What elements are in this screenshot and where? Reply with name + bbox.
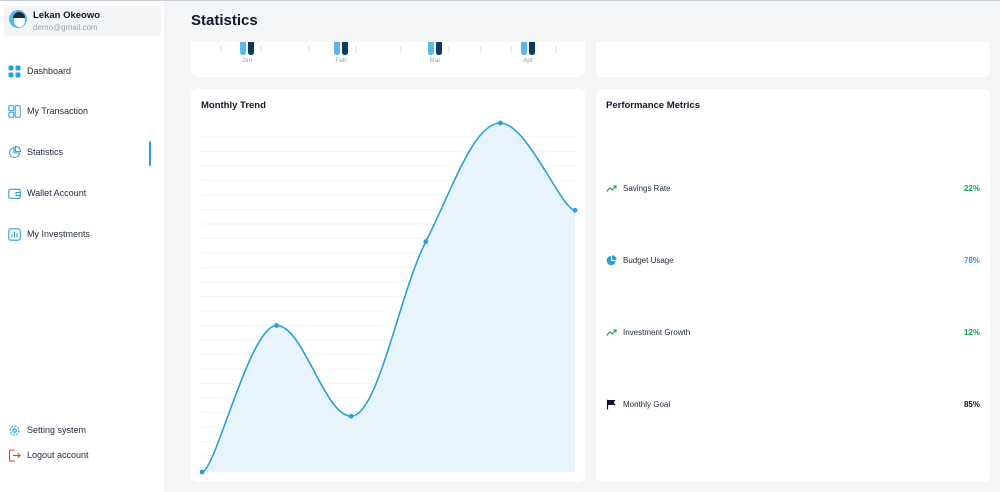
mini-bar bbox=[342, 42, 348, 55]
metric-row-savings-rate: Savings Rate 22% bbox=[606, 182, 980, 196]
trend-point bbox=[423, 239, 429, 245]
sidebar-item-transaction[interactable]: My Transaction bbox=[0, 103, 164, 121]
monthly-trend-card: Monthly Trend bbox=[191, 89, 585, 482]
user-name: Lekan Okeowo bbox=[33, 10, 101, 21]
page-title: Statistics bbox=[191, 12, 258, 29]
sidebar-item-settings[interactable]: Setting system bbox=[0, 422, 164, 440]
metric-label: Investment Growth bbox=[623, 328, 691, 337]
mini-bar bbox=[248, 42, 254, 55]
metric-value: 78% bbox=[963, 256, 980, 265]
pie-chart-icon bbox=[8, 146, 21, 159]
trend-area bbox=[202, 123, 575, 472]
user-profile[interactable]: Lekan Okeowo demo@gmail.com bbox=[4, 6, 161, 36]
metric-label: Savings Rate bbox=[623, 184, 671, 193]
mini-bar bbox=[529, 42, 535, 55]
wallet-icon bbox=[8, 188, 21, 199]
mini-bar bbox=[436, 42, 442, 55]
trend-point bbox=[274, 323, 279, 328]
mini-month-label: Apr bbox=[522, 57, 534, 64]
sidebar-item-logout[interactable]: Logout account bbox=[0, 447, 164, 465]
card-title: Performance Metrics bbox=[606, 100, 700, 111]
mini-bar bbox=[334, 42, 340, 55]
investments-icon bbox=[8, 228, 21, 241]
mini-month-label: Mar bbox=[429, 57, 441, 64]
metric-label: Budget Usage bbox=[623, 256, 674, 265]
metric-row-budget-usage: Budget Usage 78% bbox=[606, 254, 980, 268]
gear-icon bbox=[9, 425, 20, 436]
sidebar-item-label: Statistics bbox=[27, 147, 64, 157]
sidebar-item-dashboard[interactable]: Dashboard bbox=[0, 63, 164, 81]
trend-up-icon bbox=[606, 329, 617, 336]
mini-month-label: Feb bbox=[335, 57, 347, 64]
sidebar-item-label: My Transaction bbox=[27, 106, 89, 116]
sidebar-item-label: Dashboard bbox=[27, 66, 72, 76]
sidebar-item-statistics[interactable]: Statistics bbox=[0, 144, 164, 162]
performance-metrics-card: Performance Metrics Savings Rate 22% Bud… bbox=[596, 89, 990, 482]
sidebar-item-label: Logout account bbox=[27, 450, 89, 460]
metric-row-investment-growth: Investment Growth 12% bbox=[606, 326, 980, 340]
sidebar-item-label: Setting system bbox=[27, 425, 87, 435]
trend-point bbox=[348, 413, 354, 419]
user-email: demo@gmail.com bbox=[33, 23, 98, 32]
flag-icon bbox=[606, 399, 616, 410]
mini-bar bbox=[428, 42, 434, 55]
metric-value: 12% bbox=[963, 328, 980, 337]
active-indicator bbox=[149, 141, 151, 166]
sidebar-item-wallet[interactable]: Wallet Account bbox=[0, 185, 164, 203]
logout-icon bbox=[8, 449, 21, 462]
mini-bar bbox=[240, 42, 246, 55]
trend-point bbox=[572, 207, 578, 213]
trend-point bbox=[199, 469, 205, 475]
pie-chart-icon bbox=[606, 255, 617, 266]
metric-value: 85% bbox=[963, 400, 980, 409]
dashboard-icon bbox=[8, 65, 21, 78]
trend-point bbox=[498, 120, 503, 126]
monthly-bar-chart-card: Jan Feb Mar Apr bbox=[191, 42, 585, 77]
sidebar-item-label: My Investments bbox=[27, 229, 91, 239]
trend-up-icon bbox=[606, 185, 617, 192]
transaction-icon bbox=[8, 105, 21, 118]
mini-bar bbox=[521, 42, 527, 55]
metric-label: Monthly Goal bbox=[623, 400, 671, 409]
trend-chart bbox=[199, 120, 578, 475]
sidebar: Lekan Okeowo demo@gmail.com Dashboard My… bbox=[0, 1, 164, 492]
metric-row-monthly-goal: Monthly Goal 85% bbox=[606, 398, 980, 412]
sidebar-item-investments[interactable]: My Investments bbox=[0, 226, 164, 244]
mini-month-label: Jan bbox=[241, 57, 253, 64]
top-right-card bbox=[596, 42, 990, 77]
metric-value: 22% bbox=[963, 184, 980, 193]
avatar bbox=[9, 10, 27, 28]
sidebar-item-label: Wallet Account bbox=[27, 188, 87, 198]
